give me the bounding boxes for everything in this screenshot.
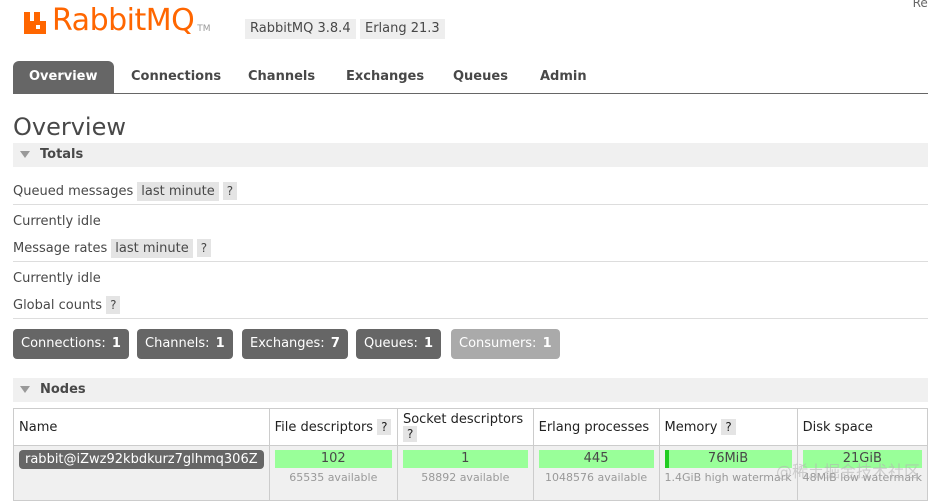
col-socket-descriptors-label: Socket descriptors — [402, 412, 524, 427]
socket-descriptors-available: 58892 available — [421, 471, 510, 484]
col-file-descriptors-label: File descriptors — [274, 419, 374, 435]
channels-count-value: 1 — [215, 336, 225, 351]
erlang-version: Erlang 21.3 — [360, 19, 445, 39]
brand-name: RabbitMQ — [52, 3, 195, 38]
refresh-label[interactable]: Ref — [913, 0, 928, 10]
rabbitmq-version: RabbitMQ 3.8.4 — [245, 19, 356, 39]
collapse-triangle-icon — [20, 151, 30, 158]
page-title: Overview — [13, 113, 126, 141]
global-counts-help-button[interactable]: ? — [106, 296, 121, 314]
message-rates-row: Message rates last minute? — [13, 236, 928, 262]
collapse-triangle-icon — [20, 386, 30, 393]
queues-count-button[interactable]: Queues: 1 — [356, 329, 442, 359]
totals-section-toggle[interactable]: Totals — [13, 143, 928, 167]
col-memory-label: Memory — [664, 419, 718, 435]
socket-descriptors-help-button[interactable]: ? — [402, 426, 418, 442]
queued-help-button[interactable]: ? — [222, 182, 238, 200]
socket-descriptors-bar: 1 — [402, 450, 528, 468]
col-disk-space-label: Disk space — [802, 419, 873, 435]
exchanges-count-value: 7 — [330, 336, 340, 351]
nodes-table-header: Name File descriptors? Socket descriptor… — [13, 408, 928, 446]
watermark-text: @稀土掘金技术社区 — [775, 462, 920, 481]
tab-queues[interactable]: Queues — [437, 61, 524, 93]
memory-help-button[interactable]: ? — [721, 418, 736, 435]
exchanges-count-button[interactable]: Exchanges: 7 — [242, 329, 348, 359]
connections-count-label: Connections: — [21, 336, 106, 351]
consumers-count-value: 1 — [542, 336, 552, 351]
tab-exchanges[interactable]: Exchanges — [330, 61, 440, 93]
col-file-descriptors: File descriptors? — [268, 408, 398, 446]
file-descriptors-bar: 102 — [274, 450, 392, 468]
queues-count-label: Queues: — [364, 336, 418, 351]
queued-idle-text: Currently idle — [13, 214, 101, 229]
consumers-count-label: Consumers: — [459, 336, 537, 351]
rabbit-logo-icon — [24, 12, 46, 34]
file-descriptors-help-button[interactable]: ? — [377, 418, 392, 435]
node-name-link[interactable]: rabbit@iZwz92kbdkurz7glhmq306Z — [19, 450, 264, 469]
queues-count-value: 1 — [424, 336, 434, 351]
col-name-label: Name — [19, 419, 58, 435]
col-socket-descriptors: Socket descriptors? — [396, 408, 534, 446]
channels-count-label: Channels: — [145, 336, 210, 351]
totals-header: Totals — [40, 147, 84, 162]
nodes-section-toggle[interactable]: Nodes — [13, 378, 928, 402]
message-range-select[interactable]: last minute — [111, 239, 193, 258]
tab-overview[interactable]: Overview — [13, 61, 114, 93]
erlang-processes-available: 1048576 available — [545, 471, 648, 484]
tab-connections[interactable]: Connections — [115, 61, 237, 93]
queued-range-select[interactable]: last minute — [137, 182, 219, 201]
trademark-mark: TM — [197, 24, 211, 34]
tab-admin[interactable]: Admin — [524, 61, 603, 93]
col-memory: Memory? — [658, 408, 798, 446]
message-rates-label: Message rates — [13, 241, 108, 256]
col-name: Name — [13, 408, 270, 446]
main-tabs: Overview Connections Channels Exchanges … — [13, 61, 928, 94]
erlang-processes-bar: 445 — [538, 450, 654, 468]
nodes-table: Name File descriptors? Socket descriptor… — [13, 408, 928, 501]
message-rates-help-button[interactable]: ? — [196, 239, 212, 257]
file-descriptors-cell: 102 65535 available — [268, 445, 398, 501]
col-erlang-processes-label: Erlang processes — [538, 419, 650, 435]
erlang-processes-cell: 445 1048576 available — [532, 445, 660, 501]
global-counts-label: Global counts — [13, 298, 103, 313]
consumers-count-button[interactable]: Consumers: 1 — [451, 329, 560, 359]
connections-count-button[interactable]: Connections: 1 — [13, 329, 129, 359]
global-counts-row: Global counts? — [13, 293, 928, 319]
queued-messages-row: Queued messages last minute? — [13, 179, 928, 205]
col-disk-space: Disk space — [796, 408, 928, 446]
file-descriptors-available: 65535 available — [289, 471, 378, 484]
queued-messages-label: Queued messages — [13, 184, 134, 199]
connections-count-value: 1 — [111, 336, 121, 351]
node-name-cell: rabbit@iZwz92kbdkurz7glhmq306Z — [13, 445, 270, 501]
col-erlang-processes: Erlang processes — [532, 408, 660, 446]
memory-fill — [664, 450, 669, 468]
exchanges-count-label: Exchanges: — [250, 336, 325, 351]
memory-value: 76MiB — [707, 451, 749, 466]
memory-bar: 76MiB — [664, 450, 792, 468]
message-rates-idle-text: Currently idle — [13, 271, 101, 286]
rabbitmq-logo: RabbitMQ TM — [22, 4, 211, 36]
socket-descriptors-cell: 1 58892 available — [396, 445, 534, 501]
tab-channels[interactable]: Channels — [232, 61, 331, 93]
channels-count-button[interactable]: Channels: 1 — [137, 329, 233, 359]
memory-watermark: 1.4GiB high watermark — [664, 471, 792, 484]
nodes-header: Nodes — [40, 382, 86, 397]
